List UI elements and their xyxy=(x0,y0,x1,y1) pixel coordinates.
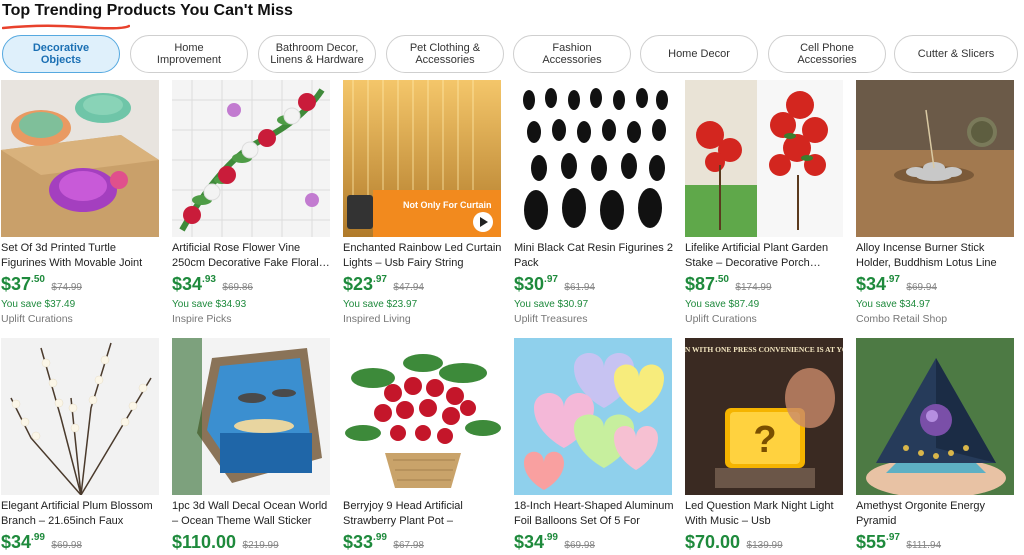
price: $34.97 xyxy=(856,274,900,294)
product-title[interactable]: 18-Inch Heart-Shaped Aluminum Foil Ballo… xyxy=(514,499,674,529)
price: $37.50 xyxy=(1,274,45,294)
tab-cell-phone-accessories[interactable]: Cell Phone Accessories xyxy=(768,35,886,73)
seller-name[interactable]: Uplift Treasures xyxy=(514,313,674,325)
price: $23.97 xyxy=(343,274,387,294)
seller-name[interactable]: Inspire Picks xyxy=(172,313,332,325)
seller-name[interactable]: Inspired Living xyxy=(343,313,503,325)
price: $30.97 xyxy=(514,274,558,294)
product-title[interactable]: Alloy Incense Burner Stick Holder, Buddh… xyxy=(856,241,1016,271)
seller-name[interactable]: Uplift Curations xyxy=(1,313,161,325)
product-image[interactable] xyxy=(514,338,672,495)
price: $55.97 xyxy=(856,532,900,552)
product-title[interactable]: Amethyst Orgonite Energy Pyramid xyxy=(856,499,1016,529)
savings-text: You save $37.49 xyxy=(1,299,76,310)
product-image[interactable] xyxy=(172,80,330,237)
tab-pet-clothing[interactable]: Pet Clothing & Accessories xyxy=(386,35,504,73)
tab-fashion-accessories[interactable]: Fashion Accessories xyxy=(513,35,631,73)
product-image[interactable] xyxy=(685,80,843,237)
original-price: $67.98 xyxy=(393,540,424,551)
product-card[interactable]: Not Only For Curtain Enchanted Rainbow L… xyxy=(343,80,503,325)
product-image[interactable] xyxy=(856,338,1014,495)
original-price: $174.99 xyxy=(735,282,772,293)
savings-text: You save $30.97 xyxy=(514,299,589,310)
product-title[interactable]: Elegant Artificial Plum Blossom Branch –… xyxy=(1,499,161,529)
original-price: $139.99 xyxy=(746,540,783,551)
price: $87.50 xyxy=(685,274,729,294)
product-card[interactable]: Elegant Artificial Plum Blossom Branch –… xyxy=(1,338,161,554)
product-image[interactable]: OPEN WITH ONE PRESS CONVENIENCE IS AT YO… xyxy=(685,338,843,495)
product-title[interactable]: Enchanted Rainbow Led Curtain Lights – U… xyxy=(343,241,503,271)
seller-name[interactable]: Uplift Curations xyxy=(685,313,845,325)
product-title[interactable]: Artificial Rose Flower Vine 250cm Decora… xyxy=(172,241,332,271)
product-card[interactable]: OPEN WITH ONE PRESS CONVENIENCE IS AT YO… xyxy=(685,338,845,554)
product-card[interactable]: Set Of 3d Printed Turtle Figurines With … xyxy=(1,80,161,325)
price-row: $70.00 $139.99 xyxy=(685,532,845,554)
category-tabs: Decorative Objects Home Improvement Bath… xyxy=(0,35,1024,75)
tab-home-improvement[interactable]: Home Improvement xyxy=(130,35,248,73)
savings-text: You save $23.97 xyxy=(343,299,418,310)
price: $33.99 xyxy=(343,532,387,552)
original-price: $47.94 xyxy=(393,282,424,293)
price: $110.00 xyxy=(172,532,237,552)
price-row: $34.97 $69.94 xyxy=(856,274,1016,296)
price: $70.00 xyxy=(685,532,741,552)
product-card[interactable]: Berryjoy 9 Head Artificial Strawberry Pl… xyxy=(343,338,503,554)
product-title[interactable]: Set Of 3d Printed Turtle Figurines With … xyxy=(1,241,161,271)
original-price: $61.94 xyxy=(564,282,595,293)
product-title[interactable]: 1pc 3d Wall Decal Ocean World – Ocean Th… xyxy=(172,499,332,529)
product-card[interactable]: Artificial Rose Flower Vine 250cm Decora… xyxy=(172,80,332,325)
price-row: $34.99 $69.98 xyxy=(1,532,161,554)
price-row: $55.97 $111.94 xyxy=(856,532,1016,554)
savings-text: You save $34.93 xyxy=(172,299,247,310)
original-price: $69.94 xyxy=(906,282,937,293)
product-image[interactable] xyxy=(343,338,501,495)
savings-text: You save $34.97 xyxy=(856,299,931,310)
price-row: $110.00 $219.99 xyxy=(172,532,332,554)
product-banner-text: OPEN WITH ONE PRESS CONVENIENCE IS AT YO… xyxy=(685,345,843,354)
price-row: $34.93 $69.86 xyxy=(172,274,332,296)
product-title[interactable]: Lifelike Artificial Plant Garden Stake –… xyxy=(685,241,845,271)
original-price: $69.98 xyxy=(51,540,82,551)
price-row: $34.99 $69.98 xyxy=(514,532,674,554)
product-image[interactable] xyxy=(514,80,672,237)
title-underline xyxy=(2,24,130,30)
original-price: $219.99 xyxy=(242,540,279,551)
original-price: $74.99 xyxy=(51,282,82,293)
product-title[interactable]: Mini Black Cat Resin Figurines 2 Pack xyxy=(514,241,674,271)
price: $34.99 xyxy=(514,532,558,552)
price-row: $37.50 $74.99 xyxy=(1,274,161,296)
price: $34.93 xyxy=(172,274,216,294)
product-image[interactable] xyxy=(172,338,330,495)
product-card[interactable]: 1pc 3d Wall Decal Ocean World – Ocean Th… xyxy=(172,338,332,554)
tab-bathroom-decor[interactable]: Bathroom Decor, Linens & Hardware xyxy=(258,35,376,73)
price-row: $87.50 $174.99 xyxy=(685,274,845,296)
original-price: $69.98 xyxy=(564,540,595,551)
product-card[interactable]: 18-Inch Heart-Shaped Aluminum Foil Ballo… xyxy=(514,338,674,554)
price-row: $23.97 $47.94 xyxy=(343,274,503,296)
product-card[interactable]: Alloy Incense Burner Stick Holder, Buddh… xyxy=(856,80,1016,325)
question-mark-icon: ? xyxy=(753,419,776,461)
product-badge-text: Not Only For Curtain xyxy=(403,200,492,210)
product-card[interactable]: Mini Black Cat Resin Figurines 2 Pack $3… xyxy=(514,80,674,325)
product-image[interactable] xyxy=(1,338,159,495)
product-image[interactable] xyxy=(856,80,1014,237)
product-image[interactable] xyxy=(1,80,159,237)
price-row: $30.97 $61.94 xyxy=(514,274,674,296)
price: $34.99 xyxy=(1,532,45,552)
price-row: $33.99 $67.98 xyxy=(343,532,503,554)
product-card[interactable]: Lifelike Artificial Plant Garden Stake –… xyxy=(685,80,845,325)
original-price: $111.94 xyxy=(906,540,942,551)
page-title: Top Trending Products You Can't Miss xyxy=(2,2,293,19)
seller-name[interactable]: Combo Retail Shop xyxy=(856,313,1016,325)
tab-home-decor[interactable]: Home Decor xyxy=(640,35,758,73)
product-image[interactable]: Not Only For Curtain xyxy=(343,80,501,237)
tab-decorative-objects[interactable]: Decorative Objects xyxy=(2,35,120,73)
original-price: $69.86 xyxy=(222,282,253,293)
tab-cutter-slicers[interactable]: Cutter & Slicers xyxy=(894,35,1018,73)
product-title[interactable]: Berryjoy 9 Head Artificial Strawberry Pl… xyxy=(343,499,503,529)
savings-text: You save $87.49 xyxy=(685,299,760,310)
product-card[interactable]: Amethyst Orgonite Energy Pyramid $55.97 … xyxy=(856,338,1016,554)
product-title[interactable]: Led Question Mark Night Light With Music… xyxy=(685,499,845,529)
